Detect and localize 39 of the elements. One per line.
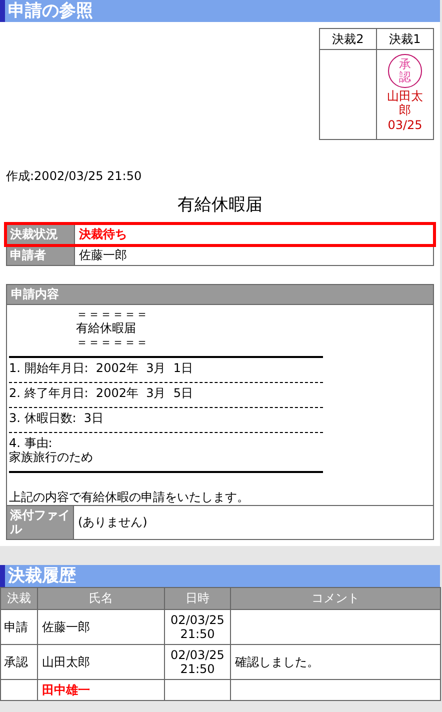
section-header: 申請内容	[7, 285, 433, 305]
content-line: 有給休暇届	[75, 321, 137, 335]
table-cell: 承認	[4, 655, 28, 669]
column-header: コメント	[230, 588, 440, 610]
table-cell: 佐藤一郎	[42, 620, 90, 634]
field-label: 申請者	[7, 245, 75, 265]
approval-stamp: 承認	[388, 54, 422, 88]
field-value: 佐藤一郎	[78, 247, 127, 264]
table-cell: 山田太郎	[42, 655, 90, 669]
approver-name: 山田太郎	[386, 90, 424, 118]
document-title: 有給休暇届	[176, 194, 264, 216]
table-cell-text: 02/03/25	[170, 648, 226, 662]
field-label: 決裁状況	[7, 224, 75, 244]
table-cell: 田中雄一	[42, 683, 90, 697]
table-cell: 申請	[4, 620, 28, 634]
content-line: 3. 休暇日数: 3日	[9, 411, 105, 425]
table-cell: 確認しました。	[235, 655, 319, 669]
content-line: 上記の内容で有給休暇の申請をいたします。	[9, 490, 250, 504]
section-header: 申請の参照	[0, 0, 440, 22]
content-line: 家族旅行のため	[9, 450, 94, 464]
column-header: 決裁	[0, 588, 38, 610]
content-line: ＝＝＝＝＝＝	[75, 335, 149, 349]
table-cell-text: 21:50	[179, 662, 216, 676]
table-cell-text: 02/03/25	[170, 613, 226, 627]
created-timestamp: 作成:2002/03/25 21:50	[6, 168, 143, 185]
field-label: 添付ファイル	[7, 506, 74, 539]
section-header: 決裁履歴	[0, 565, 440, 587]
column-header: 決裁2	[320, 28, 376, 50]
field-value: (ありません)	[77, 514, 148, 531]
table-cell-text: 21:50	[179, 627, 216, 641]
content-line: 1. 開始年月日: 2002年 3月 1日	[9, 361, 194, 375]
content-line: 2. 終了年月日: 2002年 3月 5日	[9, 386, 194, 400]
column-header: 氏名	[38, 588, 164, 610]
content-line: ＝＝＝＝＝＝	[75, 307, 149, 321]
content-line: 4. 事由:	[9, 436, 54, 450]
field-value: 決裁待ち	[78, 226, 127, 243]
column-header: 日時	[164, 588, 230, 610]
column-header: 決裁1	[376, 28, 434, 50]
approval-date: 03/25	[386, 118, 424, 132]
